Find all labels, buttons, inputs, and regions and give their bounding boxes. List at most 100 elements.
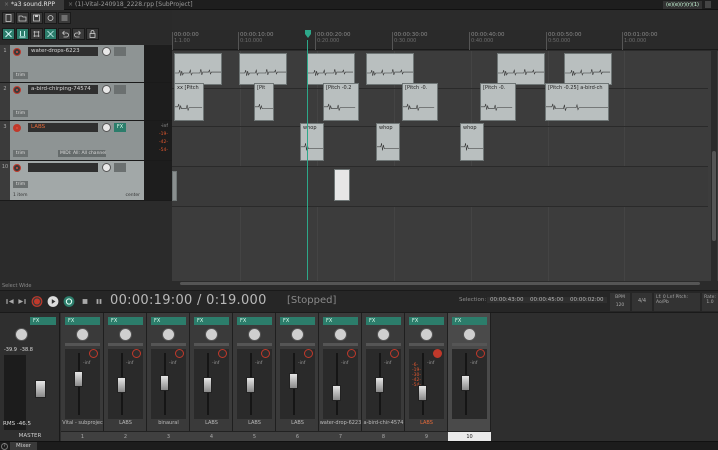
media-item[interactable]: [239, 53, 287, 85]
fx-button[interactable]: FX: [237, 317, 272, 325]
pan-slider[interactable]: [323, 343, 358, 346]
selection-length[interactable]: 00:00:02:00: [567, 297, 607, 303]
tab-project-a3-sound[interactable]: × *a3 sound.RPP: [0, 0, 64, 10]
vertical-scrollbar[interactable]: [711, 51, 717, 281]
fx-button[interactable]: FX: [151, 317, 186, 325]
media-item[interactable]: [Pitch -0.2: [323, 83, 359, 121]
time-signature-box[interactable]: 4/4: [632, 293, 652, 311]
scroll-thumb[interactable]: [180, 282, 700, 285]
track-header-10[interactable]: 10 trim 1 item center: [0, 161, 172, 201]
fx-button[interactable]: FX: [65, 317, 100, 325]
media-item[interactable]: [Pitch -0.: [480, 83, 516, 121]
volume-knob[interactable]: [291, 328, 304, 341]
open-project-button[interactable]: [16, 12, 29, 24]
volume-knob[interactable]: [76, 328, 89, 341]
tab-subproject-vital[interactable]: × (1)-Vital-240918_2228.rpp [SubProject]: [64, 0, 193, 10]
fx-button[interactable]: FX: [409, 317, 444, 325]
fx-button[interactable]: [114, 163, 126, 172]
volume-knob[interactable]: [377, 328, 390, 341]
go-to-end-button[interactable]: [16, 295, 28, 308]
track-lane-2[interactable]: [172, 89, 708, 127]
volume-fader[interactable]: [461, 375, 470, 391]
volume-fader[interactable]: [418, 385, 427, 401]
pan-slider[interactable]: [237, 343, 272, 346]
track-header-1[interactable]: 1 water-drops-6223 trim: [0, 45, 172, 83]
media-item[interactable]: [174, 53, 222, 85]
record-arm-button[interactable]: [132, 349, 141, 358]
media-item[interactable]: xx [Pitch: [174, 83, 204, 121]
fx-button[interactable]: FX: [280, 317, 315, 325]
media-item[interactable]: [366, 53, 414, 85]
timeline-ruler[interactable]: 00:00:00 1.1.00 00:00:10:00 0:10.000 00:00…: [172, 30, 718, 50]
volume-fader[interactable]: [246, 377, 255, 393]
fx-button[interactable]: FX: [114, 123, 126, 132]
volume-knob[interactable]: [248, 328, 261, 341]
pan-slider[interactable]: [280, 343, 315, 346]
fx-button[interactable]: [114, 47, 126, 56]
volume-knob[interactable]: [205, 328, 218, 341]
media-item[interactable]: [172, 171, 177, 201]
track-name[interactable]: a-bird-chirping-74574: [28, 85, 98, 94]
record-arm-button[interactable]: [218, 349, 227, 358]
fx-button[interactable]: [114, 85, 126, 94]
selection-start[interactable]: 00:00:43:00: [487, 297, 527, 303]
volume-fader[interactable]: [289, 373, 298, 389]
fx-button[interactable]: FX: [108, 317, 143, 325]
close-tab-icon[interactable]: ×: [68, 1, 73, 8]
pan-slider[interactable]: [366, 343, 401, 346]
selection-end[interactable]: 00:00:45:00: [527, 297, 567, 303]
volume-knob[interactable]: [334, 328, 347, 341]
new-project-button[interactable]: [2, 12, 15, 24]
pan-slider[interactable]: [194, 343, 229, 346]
track-lane-10[interactable]: [172, 167, 708, 207]
undo-button[interactable]: [58, 28, 71, 40]
track-name[interactable]: LABS: [28, 123, 98, 132]
media-item[interactable]: [564, 53, 612, 85]
volume-fader[interactable]: [160, 375, 169, 391]
automation-mode-button[interactable]: trim: [13, 72, 28, 79]
loop-button[interactable]: [63, 295, 75, 308]
volume-knob[interactable]: [102, 163, 111, 172]
play-button[interactable]: [47, 295, 59, 308]
record-mode-indicator[interactable]: (e)(e)(r)(r)(1): [663, 1, 702, 9]
midi-input-selector[interactable]: MIDI: All: All channels: [58, 150, 106, 157]
stop-button[interactable]: [79, 295, 91, 308]
volume-knob[interactable]: [463, 328, 476, 341]
record-arm-button[interactable]: [89, 349, 98, 358]
automation-mode-button[interactable]: trim: [13, 150, 28, 157]
master-fader[interactable]: [35, 380, 46, 398]
track-header-3[interactable]: 3 LABS FX trim MIDI: All: All channels -…: [0, 121, 172, 161]
volume-fader[interactable]: [117, 377, 126, 393]
undo-history-button[interactable]: [58, 12, 71, 24]
pan-slider[interactable]: [65, 343, 100, 346]
tab-mixer[interactable]: Mixer: [10, 442, 38, 450]
record-arm-button[interactable]: [390, 349, 399, 358]
media-item[interactable]: [Pit: [254, 83, 274, 121]
window-menu-button[interactable]: [705, 1, 711, 8]
volume-knob[interactable]: [102, 123, 111, 132]
record-button[interactable]: [31, 295, 43, 308]
lock-toggle-button[interactable]: [86, 28, 99, 40]
record-arm-button[interactable]: [175, 349, 184, 358]
pan-slider[interactable]: [409, 343, 444, 346]
media-item[interactable]: [Pitch -0.25] a-bird-ch: [545, 83, 609, 121]
media-item[interactable]: [497, 53, 545, 85]
pause-button[interactable]: [93, 295, 105, 308]
record-arm-button[interactable]: [261, 349, 270, 358]
media-item[interactable]: whop: [300, 123, 324, 161]
volume-knob[interactable]: [102, 47, 111, 56]
grid-toggle-button[interactable]: [30, 28, 43, 40]
snap-toggle-button[interactable]: [16, 28, 29, 40]
playrate-box[interactable]: Lf: 0 Lnf Pitch: Ao/Pb: [654, 293, 700, 311]
master-fx-button[interactable]: FX: [30, 317, 56, 325]
automation-mode-button[interactable]: trim: [13, 181, 28, 188]
auto-crossfade-button[interactable]: [44, 28, 57, 40]
fx-button[interactable]: FX: [452, 317, 487, 325]
redo-button[interactable]: [72, 28, 85, 40]
media-item[interactable]: [Pitch -0.: [402, 83, 438, 121]
volume-knob[interactable]: [102, 85, 111, 94]
record-arm-button[interactable]: [304, 349, 313, 358]
record-arm-button[interactable]: [13, 86, 21, 94]
arrange-view[interactable]: xx [Pitch [Pit [Pitch -0.2 [Pitch -0. [P…: [172, 51, 718, 281]
record-arm-button[interactable]: [13, 124, 21, 132]
